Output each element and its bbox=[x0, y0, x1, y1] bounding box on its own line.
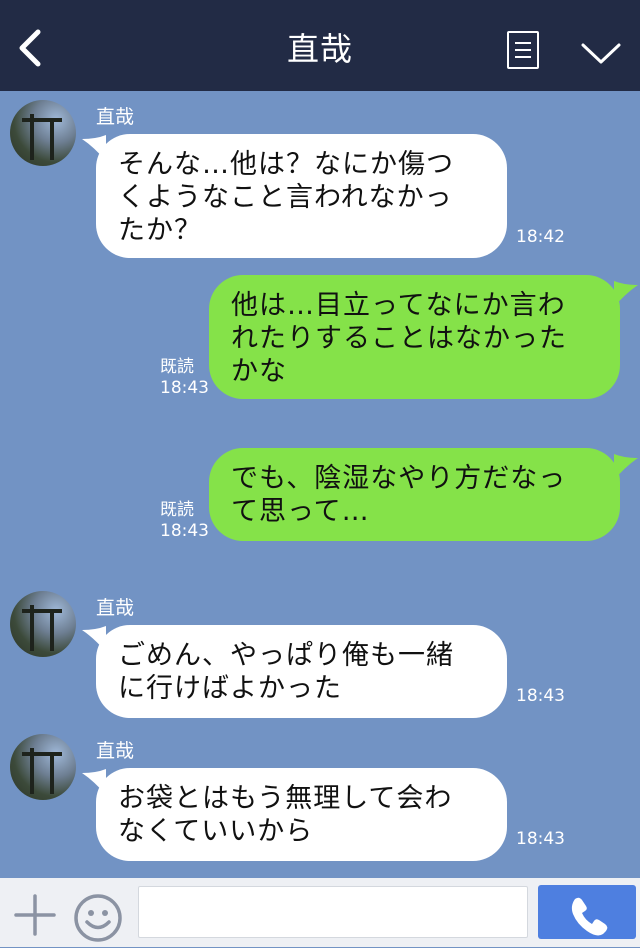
read-receipt: 既読 18:43 bbox=[160, 500, 209, 542]
message-line: お袋とはもう無理して会わ bbox=[118, 783, 453, 814]
list-menu-icon bbox=[515, 42, 531, 44]
chevron-down-icon bbox=[581, 43, 621, 64]
sender-name: 直哉 bbox=[96, 597, 135, 619]
emoji-icon bbox=[74, 894, 122, 942]
plus-icon bbox=[14, 894, 56, 936]
message-line: て思って… bbox=[231, 496, 370, 527]
message-time: 18:43 bbox=[516, 829, 565, 849]
message-list: 直哉 そんな…他は？なにか傷つ くようなこと言われなかっ たか？ 18:42 既… bbox=[0, 91, 640, 878]
phone-icon bbox=[571, 897, 608, 936]
sender-name: 直哉 bbox=[96, 106, 135, 128]
avatar-photo bbox=[22, 605, 62, 651]
input-bar bbox=[0, 878, 640, 947]
avatar-photo bbox=[22, 114, 62, 160]
emoji-button[interactable] bbox=[72, 892, 124, 944]
chat-header: 直哉 bbox=[0, 0, 640, 91]
message-bubble[interactable]: お袋とはもう無理して会わ なくていいから bbox=[96, 768, 507, 861]
more-button[interactable] bbox=[580, 38, 622, 68]
read-label: 既読 bbox=[160, 500, 194, 520]
avatar[interactable] bbox=[10, 591, 76, 657]
avatar[interactable] bbox=[10, 734, 76, 800]
call-button[interactable] bbox=[538, 885, 636, 939]
avatar-photo bbox=[22, 748, 62, 794]
message-time: 18:42 bbox=[516, 227, 565, 247]
message-line: に行けばよかった bbox=[118, 673, 342, 704]
message-line: 他は…目立ってなにか言わ bbox=[231, 290, 566, 321]
bubble-tail bbox=[614, 454, 638, 480]
message-line: なくていいから bbox=[118, 816, 314, 847]
message-line: れたりすることはなかった bbox=[231, 323, 567, 354]
message-line: でも、陰湿なやり方だなっ bbox=[231, 463, 567, 494]
message-bubble[interactable]: そんな…他は？なにか傷つ くようなこと言われなかっ たか？ bbox=[96, 134, 507, 258]
message-bubble[interactable]: でも、陰湿なやり方だなっ て思って… bbox=[209, 448, 620, 541]
chat-title: 直哉 bbox=[286, 30, 353, 68]
add-button[interactable] bbox=[14, 894, 56, 936]
message-bubble[interactable]: ごめん、やっぱり俺も一緒 に行けばよかった bbox=[96, 625, 507, 718]
message-time: 18:43 bbox=[160, 521, 209, 541]
message-line: くようなこと言われなかっ bbox=[118, 182, 453, 213]
message-bubble[interactable]: 他は…目立ってなにか言わ れたりすることはなかった かな bbox=[209, 275, 620, 399]
bubble-tail bbox=[614, 281, 638, 307]
menu-button[interactable] bbox=[507, 31, 539, 69]
message-time: 18:43 bbox=[516, 686, 565, 706]
message-line: たか？ bbox=[118, 215, 202, 246]
message-line: かな bbox=[231, 356, 287, 387]
read-receipt: 既読 18:43 bbox=[160, 357, 209, 399]
message-time: 18:43 bbox=[160, 378, 209, 398]
sender-name: 直哉 bbox=[96, 740, 135, 762]
avatar[interactable] bbox=[10, 100, 76, 166]
message-line: そんな…他は？なにか傷つ bbox=[118, 149, 454, 180]
read-label: 既読 bbox=[160, 357, 194, 377]
message-line: ごめん、やっぱり俺も一緒 bbox=[118, 640, 454, 671]
message-input[interactable] bbox=[138, 886, 528, 938]
